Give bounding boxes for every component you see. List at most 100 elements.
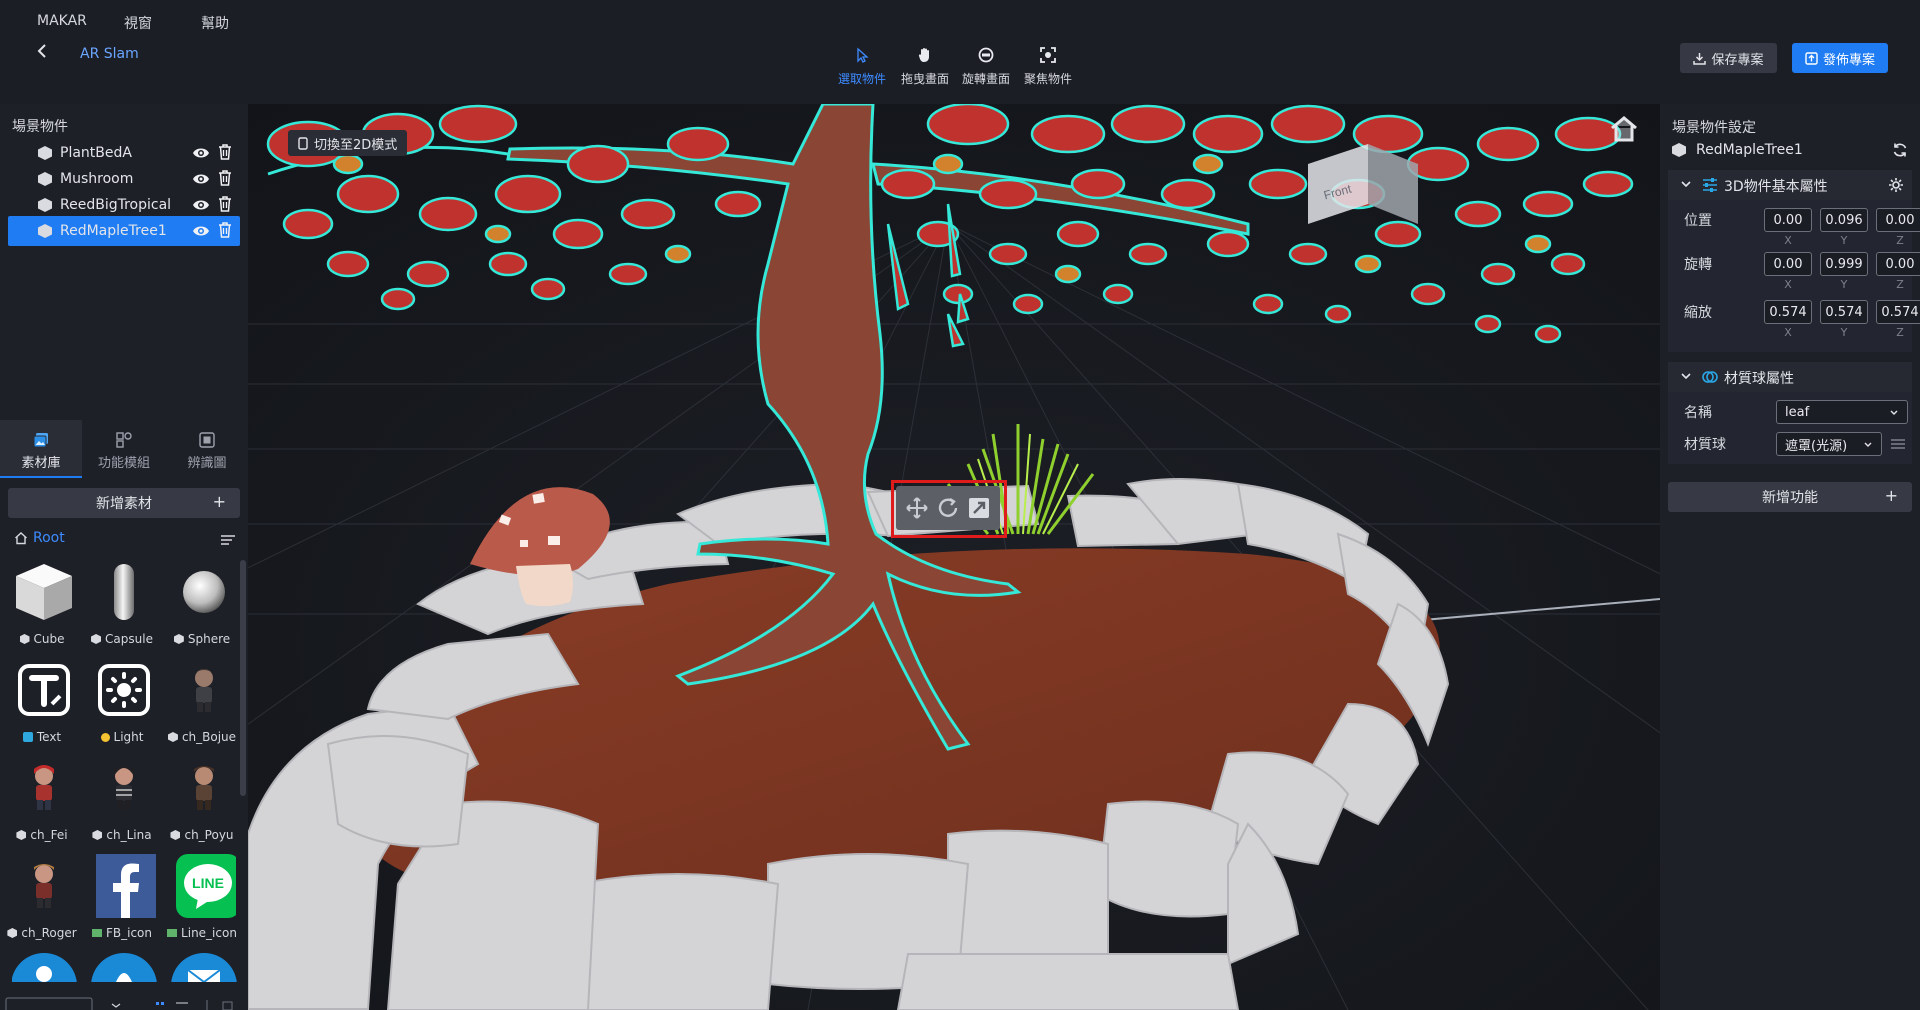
trash-icon[interactable] — [218, 144, 232, 160]
cube-icon — [167, 732, 178, 742]
refresh-icon[interactable] — [1892, 142, 1908, 158]
tool-pan-view[interactable]: 拖曳畫面 — [895, 46, 955, 87]
asset-ch-fei[interactable]: ch_Fei — [2, 756, 80, 852]
position-z-input[interactable]: 0.00 — [1876, 208, 1920, 232]
add-feature-button[interactable]: 新增功能 + — [1668, 482, 1912, 512]
tool-select-label: 選取物件 — [837, 72, 886, 86]
material-menu-icon[interactable] — [1890, 438, 1906, 450]
back-arrow-icon[interactable] — [36, 44, 50, 58]
asset-ch-roger[interactable]: ch_Roger — [2, 854, 80, 950]
position-y-input[interactable]: 0.096 — [1820, 208, 1868, 232]
switch-to-2d-label: 切換至2D模式 — [314, 137, 398, 153]
tool-rotate-view[interactable]: 旋轉畫面 — [956, 46, 1016, 87]
visibility-eye-icon[interactable] — [192, 172, 210, 186]
axis-z-label: Z — [1896, 278, 1904, 291]
material-name-value: leaf — [1785, 404, 1810, 420]
position-label: 位置 — [1684, 213, 1712, 229]
tool-focus-label: 聚焦物件 — [1023, 72, 1072, 86]
scale-properties-body: 縮放 0.574 0.574 0.574 X Y Z — [1668, 300, 1920, 352]
rotation-x-input[interactable]: 0.00 — [1764, 252, 1812, 276]
scale-x-input[interactable]: 0.574 — [1764, 300, 1812, 324]
visibility-eye-icon[interactable] — [192, 198, 210, 212]
asset-text[interactable]: Text — [2, 658, 80, 754]
asset-ch-poyu[interactable]: ch_Poyu — [162, 756, 240, 852]
hand-icon — [918, 48, 929, 62]
left-panel-tabs: 素材庫 功能模組 辨識圖 — [0, 420, 248, 478]
add-asset-button[interactable]: 新增素材 + — [8, 488, 240, 518]
axis-y-label: Y — [1840, 326, 1848, 339]
visibility-eye-icon[interactable] — [192, 224, 210, 238]
asset-fb-icon[interactable]: FB_icon — [82, 854, 160, 950]
material-name-select[interactable]: leaf — [1776, 400, 1908, 424]
asset-line-icon[interactable]: LINE Line_icon — [162, 854, 240, 950]
sliders-icon — [1703, 178, 1717, 192]
material-ball-select[interactable]: 遮罩(光源) — [1776, 432, 1882, 456]
tool-focus-object[interactable]: 聚焦物件 — [1018, 46, 1078, 87]
plus-icon: + — [1884, 486, 1898, 505]
gear-icon[interactable] — [1888, 177, 1904, 193]
download-icon — [1693, 52, 1707, 65]
asset-capsule[interactable]: Capsule — [82, 560, 160, 656]
scale-icon[interactable] — [967, 496, 991, 520]
asset-ch-lina[interactable]: ch_Lina — [82, 756, 160, 852]
rotation-z-input[interactable]: 0.00 — [1876, 252, 1920, 276]
sphere-thumbnail — [183, 571, 225, 613]
tool-select-object[interactable]: 選取物件 — [832, 46, 892, 87]
facebook-logo-thumbnail — [96, 854, 156, 918]
trash-icon[interactable] — [218, 170, 232, 186]
visibility-eye-icon[interactable] — [192, 146, 210, 160]
cube-icon — [7, 928, 18, 938]
tab-recognition-image[interactable]: 辨識圖 — [166, 420, 248, 478]
material-properties-header[interactable]: 材質球屬性 — [1668, 362, 1912, 392]
save-project-label: 保存專案 — [1711, 52, 1764, 68]
asset-light[interactable]: Light — [82, 658, 160, 754]
capsule-thumbnail — [114, 564, 134, 620]
scene-item-label: Mushroom — [60, 171, 134, 187]
scene-item-redmapletree1[interactable]: RedMapleTree1 — [8, 216, 240, 246]
move-arrows-icon[interactable] — [905, 496, 929, 520]
axis-x-label: X — [1784, 326, 1792, 339]
selected-object-name: RedMapleTree1 — [1696, 142, 1803, 158]
character-fei-thumbnail — [34, 765, 54, 810]
menu-makar[interactable]: MAKAR — [37, 13, 87, 29]
scale-y-input[interactable]: 0.574 — [1820, 300, 1868, 324]
basic-properties-body: 位置 0.00 0.096 0.00 X Y Z 旋轉 0.00 0.999 0… — [1668, 200, 1920, 302]
save-project-button[interactable]: 保存專案 — [1680, 43, 1777, 73]
list-menu-icon[interactable] — [220, 534, 236, 546]
scale-z-input[interactable]: 0.574 — [1876, 300, 1920, 324]
chevron-down-icon — [1681, 181, 1691, 188]
3d-viewport[interactable]: Front 切換至2D模式 — [248, 104, 1660, 1010]
rotate-icon[interactable] — [936, 496, 960, 520]
publish-project-label: 發佈專案 — [1822, 52, 1875, 68]
inspector-title: 場景物件設定 — [1672, 120, 1756, 136]
publish-project-button[interactable]: 發佈專案 — [1792, 43, 1888, 73]
scene-item-label: RedMapleTree1 — [60, 223, 167, 239]
asset-scrollbar[interactable] — [240, 560, 246, 796]
cursor-icon — [857, 47, 869, 63]
sun-icon — [100, 732, 110, 742]
switch-to-2d-button[interactable]: 切換至2D模式 — [288, 130, 408, 156]
image-type-icon — [91, 929, 102, 937]
asset-ch-bojue[interactable]: ch_Bojue — [162, 658, 240, 754]
basic-properties-header[interactable]: 3D物件基本屬性 — [1668, 170, 1912, 200]
tab-function-modules[interactable]: 功能模組 — [83, 420, 165, 478]
rotation-y-input[interactable]: 0.999 — [1820, 252, 1868, 276]
menu-window[interactable]: 視窗 — [124, 13, 152, 33]
character-lina-thumbnail — [114, 765, 134, 810]
menu-help[interactable]: 幫助 — [201, 13, 229, 33]
text-type-icon — [22, 732, 33, 742]
asset-root-breadcrumb[interactable]: Root — [14, 530, 65, 546]
trash-icon[interactable] — [218, 222, 232, 238]
material-properties-body: 名稱 leaf 材質球 遮罩(光源) — [1668, 392, 1912, 464]
image-type-icon — [167, 929, 178, 937]
publish-icon — [1805, 51, 1818, 65]
position-x-input[interactable]: 0.00 — [1764, 208, 1812, 232]
asset-cube[interactable]: Cube — [2, 560, 80, 656]
tab-asset-library[interactable]: 素材庫 — [0, 420, 82, 478]
top-bar: MAKAR 視窗 幫助 AR Slam 選取物件 拖曳畫面 旋轉畫面 聚焦物件 … — [0, 0, 1920, 104]
asset-sphere[interactable]: Sphere — [162, 560, 240, 656]
material-ball-value: 遮罩(光源) — [1785, 438, 1848, 454]
scene-item-label: PlantBedA — [60, 145, 132, 161]
scene-objects-title: 場景物件 — [12, 119, 68, 135]
trash-icon[interactable] — [218, 196, 232, 212]
